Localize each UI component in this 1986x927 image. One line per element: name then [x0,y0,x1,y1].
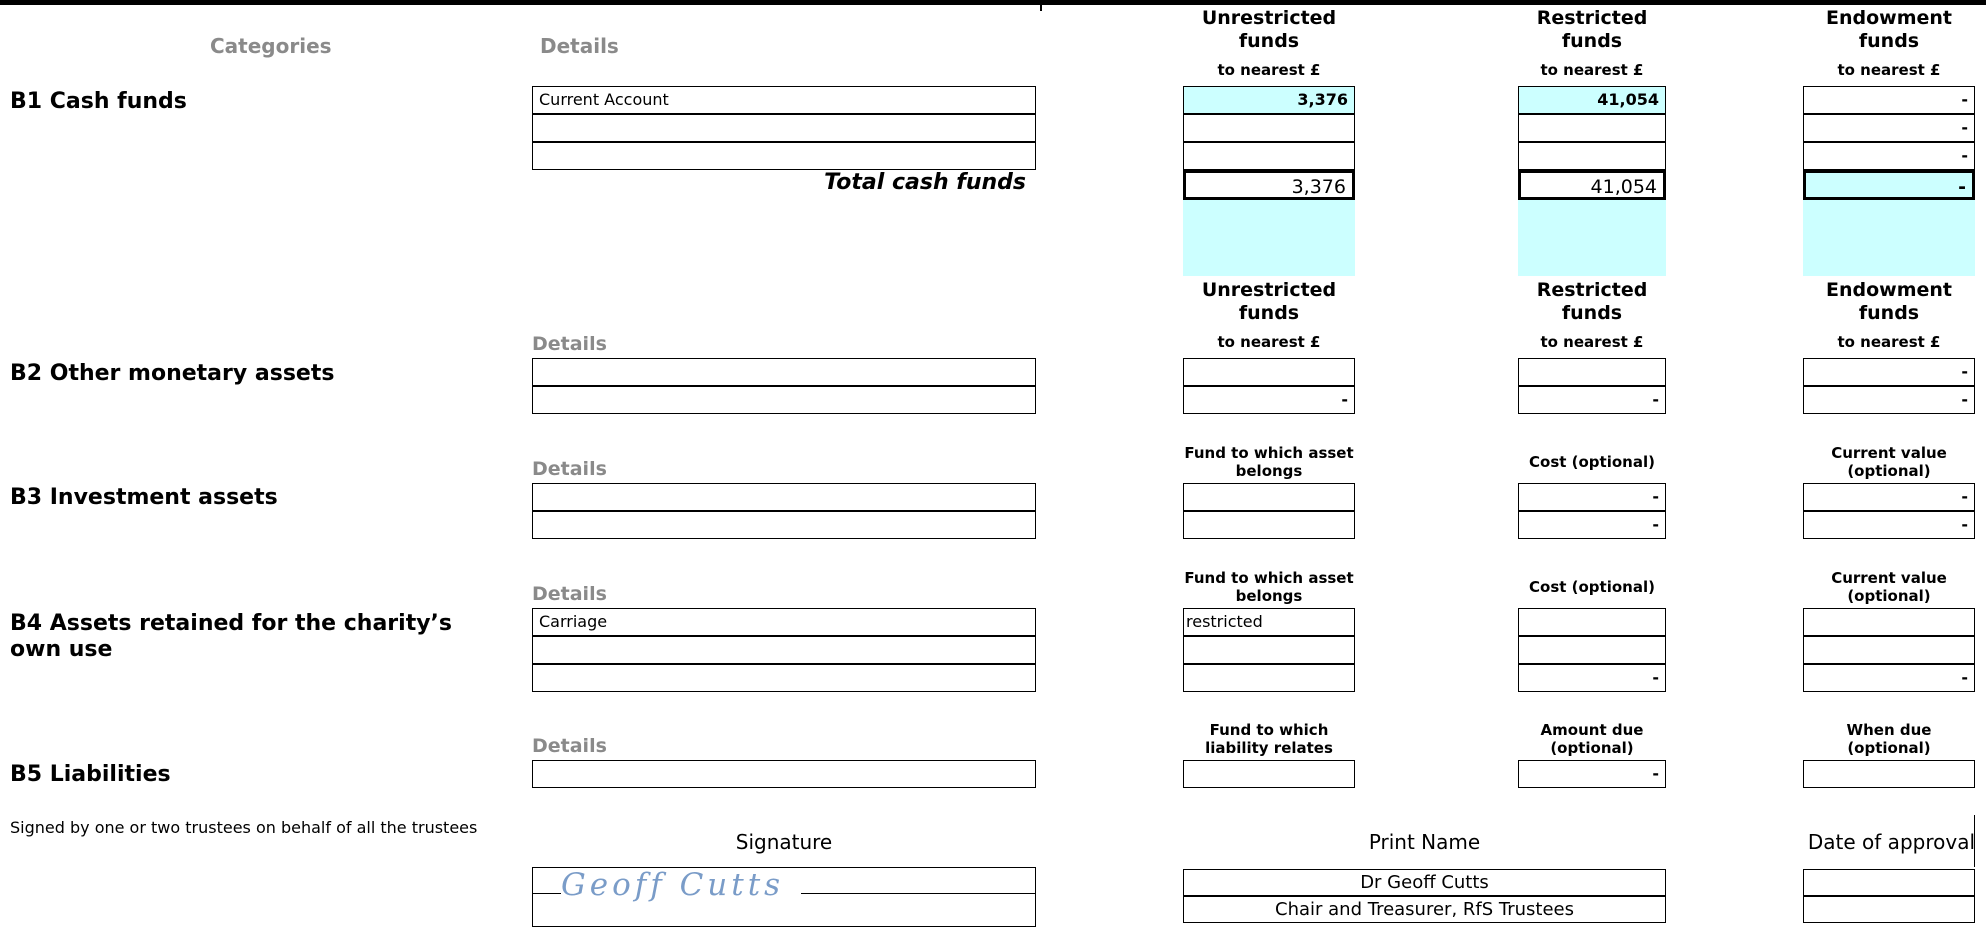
b4-cost-field[interactable]: - [1518,664,1666,692]
role-field[interactable]: Chair and Treasurer, RfS Trustees [1183,896,1666,923]
categories-heading: Categories [210,34,332,58]
b5-detail-field[interactable] [532,760,1036,788]
col-restricted-heading: Restricted funds [1536,279,1648,324]
b1-detail-field[interactable]: Current Account [532,86,1036,114]
b3-current-field[interactable]: - [1803,483,1975,511]
b2-restricted-field[interactable]: - [1518,386,1666,414]
nearest-label: to nearest £ [1540,61,1644,79]
total-cash-funds-label: Total cash funds [824,170,1026,195]
b4-fund-field[interactable]: restricted [1183,608,1355,636]
right-rule [1974,815,1975,867]
b4-cost-field[interactable] [1518,608,1666,636]
signature-label: Signature [735,830,833,854]
total-unrestricted-value: 3,376 [1183,170,1355,200]
b2-details-heading: Details [532,333,607,355]
nearest-label: to nearest £ [1540,333,1644,351]
b5-fund-field[interactable] [1183,760,1355,788]
col-restricted-heading: Restricted funds [1536,7,1648,52]
b3-detail-field[interactable] [532,483,1036,511]
date-field[interactable] [1803,869,1975,896]
print-name-label: Print Name [1368,830,1481,854]
b1-unrestricted-field[interactable]: 3,376 [1183,86,1355,114]
b3-current-field[interactable]: - [1803,511,1975,539]
col-fund-heading: Fund to which liability relates [1205,721,1333,757]
col-unrestricted-heading: Unrestricted funds [1201,7,1337,52]
section-b1-title: B1 Cash funds [10,89,187,114]
nearest-label: to nearest £ [1217,333,1321,351]
top-notch [1040,5,1042,11]
b1-endowment-field[interactable]: - [1803,142,1975,170]
section-b2-title: B2 Other monetary assets [10,361,335,386]
b5-when-field[interactable] [1803,760,1975,788]
b3-details-heading: Details [532,458,607,480]
col-current-heading: Current value (optional) [1831,444,1947,480]
col-fund-heading: Fund to which asset belongs [1184,569,1354,605]
b4-detail-field[interactable] [532,636,1036,664]
col-endowment-heading: Endowment funds [1825,7,1952,52]
b3-cost-field[interactable]: - [1518,511,1666,539]
b3-fund-field[interactable] [1183,511,1355,539]
nearest-label: to nearest £ [1837,333,1941,351]
col-fund-heading: Fund to which asset belongs [1184,444,1354,480]
b2-unrestricted-field[interactable] [1183,358,1355,386]
b5-details-heading: Details [532,735,607,757]
signing-note: Signed by one or two trustees on behalf … [10,818,478,837]
b4-fund-field[interactable] [1183,636,1355,664]
b1-endowment-field[interactable]: - [1803,114,1975,142]
nearest-label: to nearest £ [1217,61,1321,79]
b4-current-field[interactable] [1803,636,1975,664]
date-of-approval-label: Date of approval [1807,830,1975,854]
b1-unrestricted-field[interactable] [1183,114,1355,142]
highlight-block [1803,200,1975,276]
b1-restricted-field[interactable] [1518,142,1666,170]
col-current-heading: Current value (optional) [1831,569,1947,605]
b4-fund-field[interactable] [1183,664,1355,692]
print-name-field[interactable]: Dr Geoff Cutts [1183,869,1666,896]
section-b3-title: B3 Investment assets [10,485,278,510]
b1-restricted-field[interactable] [1518,114,1666,142]
b2-detail-field[interactable] [532,358,1036,386]
col-amount-heading: Amount due (optional) [1540,721,1644,757]
col-cost-heading: Cost (optional) [1529,453,1655,471]
b3-detail-field[interactable] [532,511,1036,539]
b1-restricted-field[interactable]: 41,054 [1518,86,1666,114]
total-endowment-value: - [1803,170,1975,200]
b1-endowment-field[interactable]: - [1803,86,1975,114]
b2-restricted-field[interactable] [1518,358,1666,386]
b5-amount-field[interactable]: - [1518,760,1666,788]
date-field[interactable] [1803,896,1975,923]
top-border [0,0,1986,5]
b2-detail-field[interactable] [532,386,1036,414]
b4-details-heading: Details [532,583,607,605]
details-heading: Details [540,34,619,58]
b3-cost-field[interactable]: - [1518,483,1666,511]
b4-current-field[interactable]: - [1803,664,1975,692]
b1-detail-field[interactable] [532,142,1036,170]
signature-field[interactable]: Geoff Cutts [532,867,1036,927]
b2-endowment-field[interactable]: - [1803,386,1975,414]
nearest-label: to nearest £ [1837,61,1941,79]
col-when-heading: When due (optional) [1846,721,1932,757]
section-b4-title: B4 Assets retained for the charity’s own… [10,611,453,662]
col-unrestricted-heading: Unrestricted funds [1201,279,1337,324]
col-cost-heading: Cost (optional) [1529,578,1655,596]
highlight-block [1183,200,1355,276]
b4-current-field[interactable] [1803,608,1975,636]
b3-fund-field[interactable] [1183,483,1355,511]
section-b5-title: B5 Liabilities [10,762,171,787]
b4-detail-field[interactable] [532,664,1036,692]
b2-endowment-field[interactable]: - [1803,358,1975,386]
b1-unrestricted-field[interactable] [1183,142,1355,170]
signature-image: Geoff Cutts [561,870,801,913]
highlight-block [1518,200,1666,276]
b4-detail-field[interactable]: Carriage [532,608,1036,636]
b1-detail-field[interactable] [532,114,1036,142]
b4-cost-field[interactable] [1518,636,1666,664]
col-endowment-heading: Endowment funds [1825,279,1952,324]
total-restricted-value: 41,054 [1518,170,1666,200]
b2-unrestricted-field[interactable]: - [1183,386,1355,414]
